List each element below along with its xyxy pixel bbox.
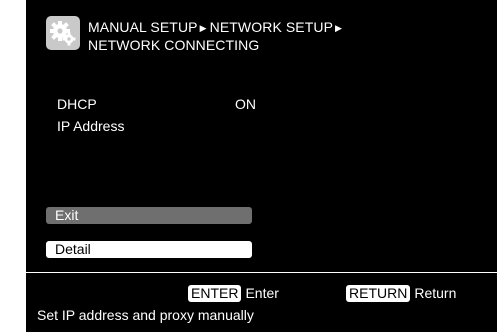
help-text: Set IP address and proxy manually xyxy=(37,307,254,323)
breadcrumb-item-network-setup: NETWORK SETUP xyxy=(209,19,334,35)
enter-key-hint[interactable]: ENTER Enter xyxy=(188,285,279,302)
header: MANUAL SETUP ▶ NETWORK SETUP ▶ NETWORK CONN… xyxy=(26,0,497,68)
detail-button[interactable]: Detail xyxy=(46,241,252,258)
dhcp-value: ON xyxy=(235,96,256,112)
return-key-label: Return xyxy=(414,285,457,301)
enter-key-label: Enter xyxy=(245,285,279,301)
ip-address-label: IP Address xyxy=(57,118,125,134)
breadcrumb-arrow-icon: ▶ xyxy=(335,23,343,33)
return-key-hint[interactable]: RETURN Return xyxy=(346,285,456,302)
dhcp-label: DHCP xyxy=(57,96,97,112)
breadcrumb-item-manual-setup: MANUAL SETUP xyxy=(88,19,198,35)
enter-key-badge: ENTER xyxy=(188,285,242,302)
osd-screen: MANUAL SETUP ▶ NETWORK SETUP ▶ NETWORK CONN… xyxy=(26,0,497,332)
page-title: NETWORK CONNECTING xyxy=(88,37,260,53)
exit-button[interactable]: Exit xyxy=(46,207,252,224)
breadcrumb: MANUAL SETUP ▶ NETWORK SETUP ▶ xyxy=(88,19,345,37)
footer-divider xyxy=(26,272,497,273)
breadcrumb-arrow-icon: ▶ xyxy=(199,23,207,33)
return-key-badge: RETURN xyxy=(346,285,411,302)
gear-icon xyxy=(46,16,80,50)
